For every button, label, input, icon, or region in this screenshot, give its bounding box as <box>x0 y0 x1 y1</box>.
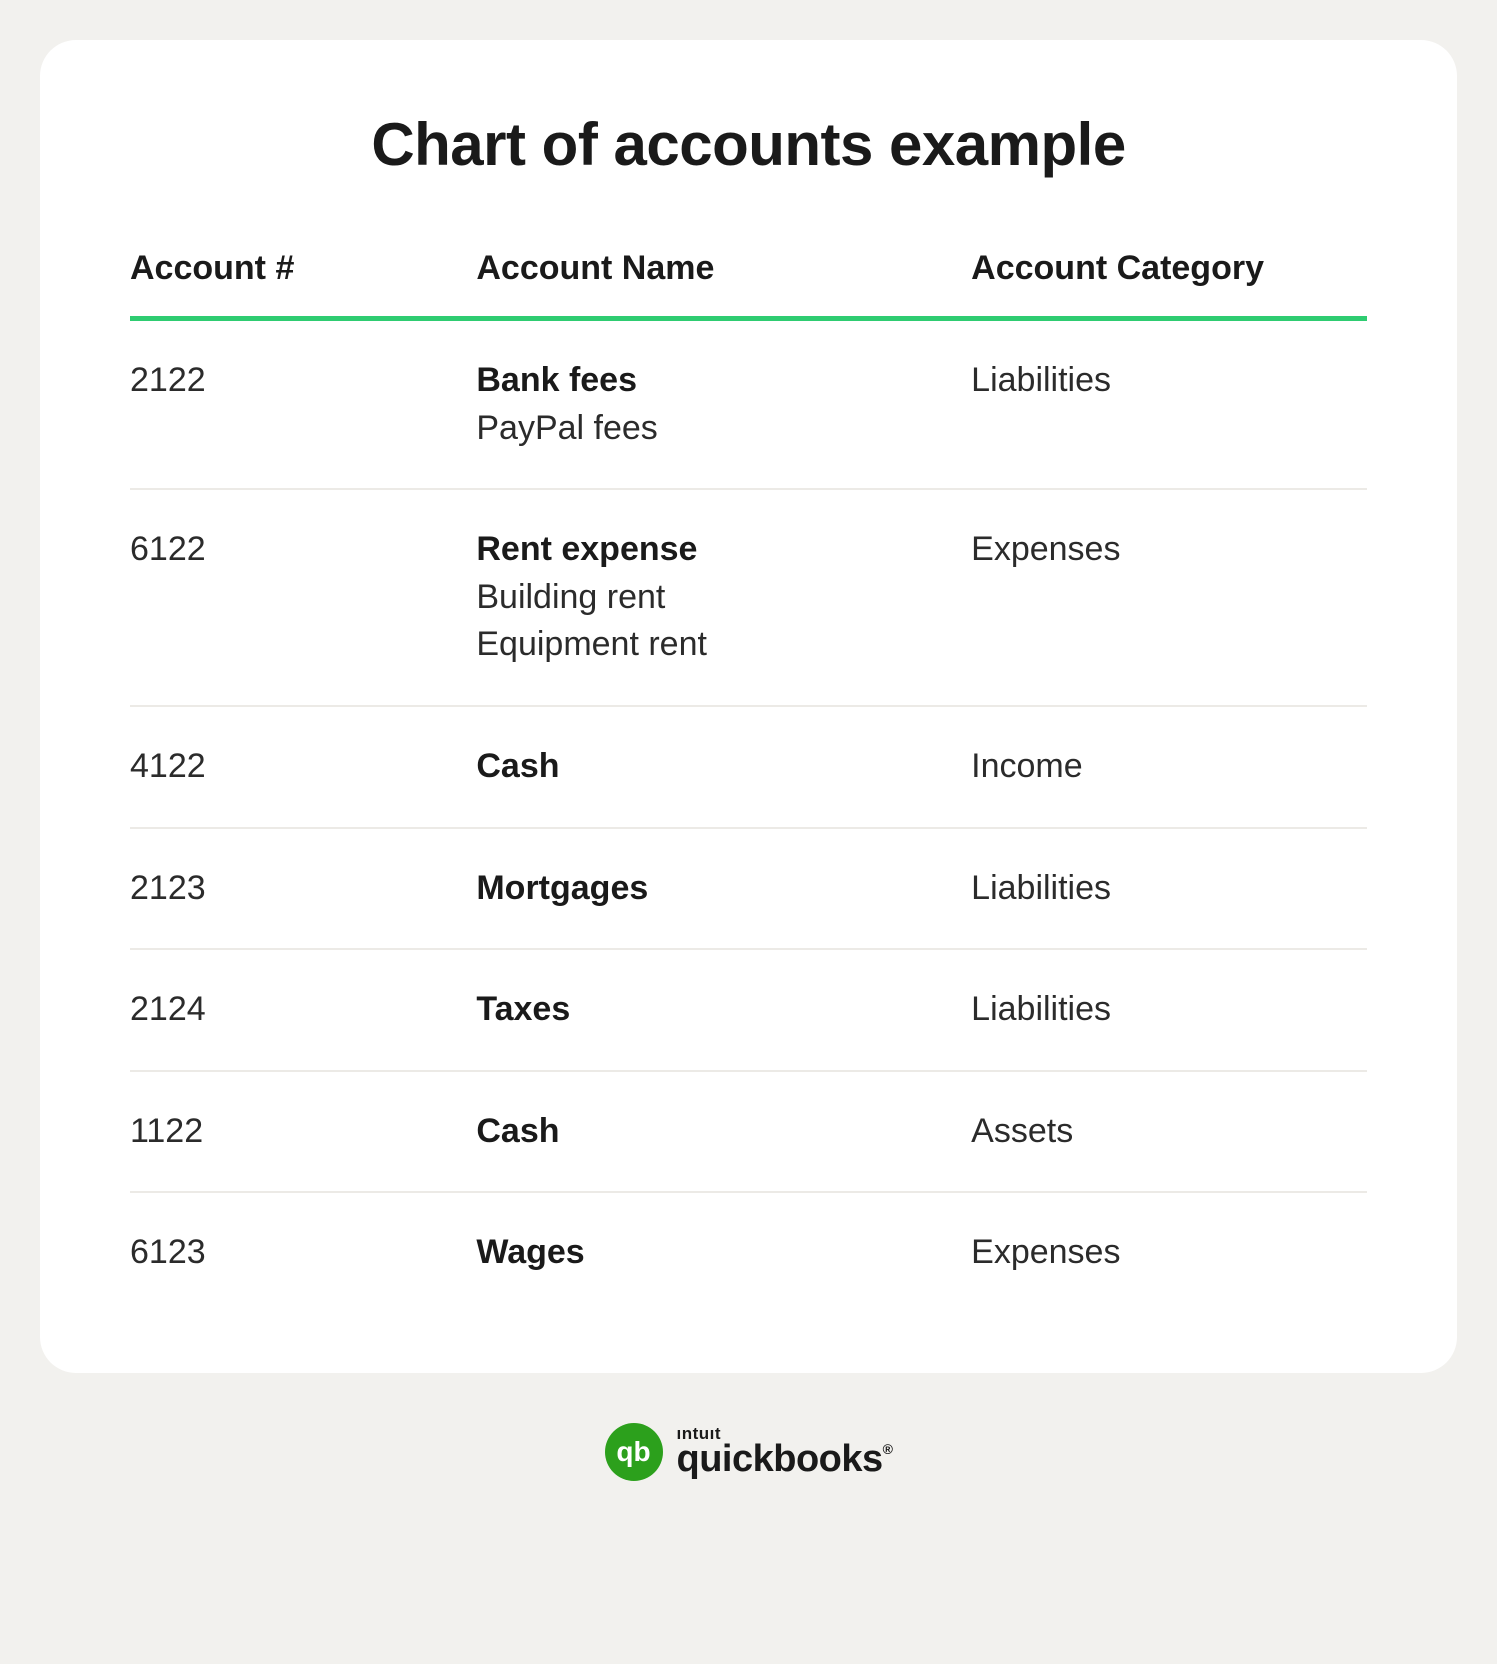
cell-account-number: 6122 <box>130 526 476 574</box>
cell-account-category: Liabilities <box>971 865 1367 913</box>
table-header-row: Account # Account Name Account Category <box>130 249 1367 321</box>
cell-account-category: Expenses <box>971 1229 1367 1277</box>
cell-account-number: 1122 <box>130 1108 476 1156</box>
cell-account-number: 2124 <box>130 986 476 1034</box>
brand-text: ıntuıt quickbooks® <box>677 1425 893 1478</box>
quickbooks-icon: qb <box>605 1423 663 1481</box>
cell-account-category: Liabilities <box>971 357 1367 405</box>
header-account-category: Account Category <box>971 249 1367 288</box>
cell-account-name: Taxes <box>476 986 971 1034</box>
table-row: 6122Rent expenseBuilding rentEquipment r… <box>130 490 1367 707</box>
cell-account-name: Rent expenseBuilding rentEquipment rent <box>476 526 971 669</box>
cell-account-name: Mortgages <box>476 865 971 913</box>
table-row: 2122Bank feesPayPal feesLiabilities <box>130 321 1367 490</box>
account-name-main: Bank fees <box>476 357 971 405</box>
header-account-name: Account Name <box>476 249 971 288</box>
account-name-main: Cash <box>476 1108 971 1156</box>
account-name-main: Cash <box>476 743 971 791</box>
cell-account-category: Liabilities <box>971 986 1367 1034</box>
page-title: Chart of accounts example <box>130 110 1367 179</box>
account-name-main: Taxes <box>476 986 971 1034</box>
cell-account-number: 6123 <box>130 1229 476 1277</box>
account-name-main: Mortgages <box>476 865 971 913</box>
table-body: 2122Bank feesPayPal feesLiabilities6122R… <box>130 321 1367 1313</box>
accounts-table: Account # Account Name Account Category … <box>130 249 1367 1313</box>
table-row: 4122CashIncome <box>130 707 1367 829</box>
brand-quickbooks-text: quickbooks <box>677 1438 883 1480</box>
registered-mark: ® <box>883 1441 893 1457</box>
brand-logo: qb ıntuıt quickbooks® <box>40 1423 1457 1481</box>
cell-account-number: 2122 <box>130 357 476 405</box>
cell-account-number: 4122 <box>130 743 476 791</box>
header-account-number: Account # <box>130 249 476 288</box>
table-row: 6123WagesExpenses <box>130 1193 1367 1313</box>
cell-account-category: Income <box>971 743 1367 791</box>
account-name-sub: PayPal fees <box>476 405 971 453</box>
cell-account-category: Assets <box>971 1108 1367 1156</box>
card: Chart of accounts example Account # Acco… <box>40 40 1457 1373</box>
account-name-main: Wages <box>476 1229 971 1277</box>
account-name-main: Rent expense <box>476 526 971 574</box>
table-row: 1122CashAssets <box>130 1072 1367 1194</box>
cell-account-name: Cash <box>476 1108 971 1156</box>
table-row: 2123MortgagesLiabilities <box>130 829 1367 951</box>
table-row: 2124TaxesLiabilities <box>130 950 1367 1072</box>
account-name-sub: Equipment rent <box>476 621 971 669</box>
account-name-sub: Building rent <box>476 574 971 622</box>
cell-account-name: Cash <box>476 743 971 791</box>
brand-quickbooks: quickbooks® <box>677 1440 893 1478</box>
cell-account-name: Bank feesPayPal fees <box>476 357 971 452</box>
cell-account-name: Wages <box>476 1229 971 1277</box>
cell-account-number: 2123 <box>130 865 476 913</box>
cell-account-category: Expenses <box>971 526 1367 574</box>
